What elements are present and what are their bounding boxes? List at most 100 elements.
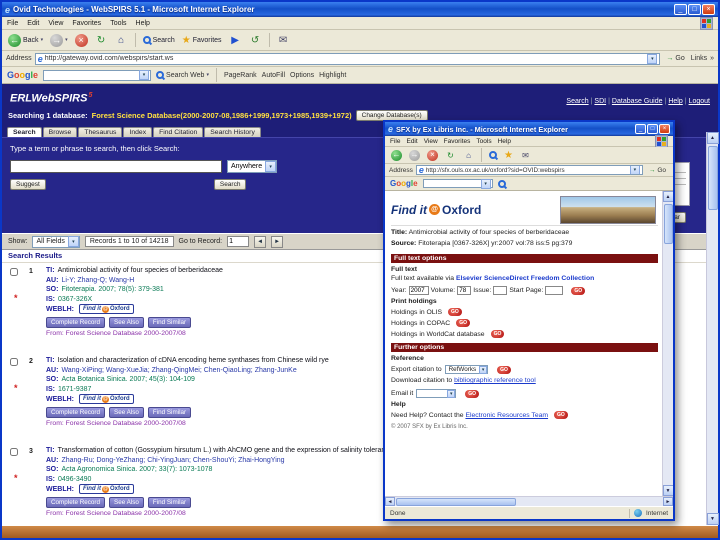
search-toolbar-button[interactable]: Search <box>141 35 177 45</box>
field-select[interactable]: Anywhere ▾ <box>227 160 278 173</box>
refresh-button[interactable]: ↻ <box>443 149 458 162</box>
menu-favorites[interactable]: Favorites <box>72 20 101 27</box>
tab-find-citation[interactable]: Find Citation <box>153 127 204 137</box>
complete-record-button[interactable]: Complete Record <box>46 496 105 508</box>
holdings-copac-go-button[interactable]: GO <box>456 319 470 328</box>
sfx-vertical-scrollbar[interactable]: ▲ ▼ <box>662 191 673 496</box>
google-search-web-button[interactable]: Search Web ▾ <box>156 71 209 79</box>
minimize-button[interactable]: _ <box>674 4 687 15</box>
nav-help-link[interactable]: Help <box>668 98 682 105</box>
find-similar-button[interactable]: Find Similar <box>147 316 192 328</box>
suggest-button[interactable]: Suggest <box>10 179 46 190</box>
main-titlebar[interactable]: e Ovid Technologies - WebSPIRS 5.1 - Mic… <box>2 2 718 17</box>
go-button[interactable]: → Go <box>646 167 669 174</box>
find-it-oxford-button[interactable]: Find it @ Oxford <box>78 394 134 405</box>
menu-tools[interactable]: Tools <box>476 138 491 145</box>
search-term-input[interactable] <box>10 160 222 173</box>
issue-input[interactable] <box>493 286 508 296</box>
chevron-down-icon[interactable]: ▾ <box>67 236 79 247</box>
menu-view[interactable]: View <box>48 20 63 27</box>
help-go-button[interactable]: GO <box>554 411 568 420</box>
resources-team-link[interactable]: Electronic Resources Team <box>465 412 548 419</box>
holdings-worldcat-link[interactable]: Holdings in WorldCat database <box>391 331 485 338</box>
export-go-button[interactable]: GO <box>497 365 511 374</box>
mail-button[interactable]: ✉ <box>275 33 292 48</box>
forward-button[interactable]: → <box>407 149 422 162</box>
menu-file[interactable]: File <box>7 20 18 27</box>
menu-help[interactable]: Help <box>498 138 511 145</box>
scroll-down-button[interactable]: ▼ <box>706 513 719 525</box>
email-select[interactable]: ▾ <box>416 389 457 399</box>
google-search-input[interactable]: ▾ <box>422 178 493 189</box>
nav-logout-link[interactable]: Logout <box>689 98 710 105</box>
favorites-button[interactable]: ★ Favorites <box>180 34 224 47</box>
email-go-button[interactable]: GO <box>465 389 480 398</box>
sciencedirect-link[interactable]: Elsevier ScienceDirect Freedom Collectio… <box>456 275 594 282</box>
fulltext-go-button[interactable]: GO <box>571 286 586 295</box>
tab-search-history[interactable]: Search History <box>204 127 261 137</box>
nav-sdi-link[interactable]: SDI <box>594 98 606 105</box>
go-button[interactable]: → Go <box>663 55 687 62</box>
search-submit-button[interactable]: Search <box>213 179 247 190</box>
google-search-input[interactable]: ▾ <box>43 69 152 81</box>
scroll-left-button[interactable]: ◄ <box>385 497 395 506</box>
chevron-down-icon[interactable]: ▾ <box>447 389 456 398</box>
complete-record-button[interactable]: Complete Record <box>46 316 105 328</box>
holdings-copac-link[interactable]: Holdings in COPAC <box>391 320 450 327</box>
goto-record-input[interactable] <box>227 236 250 247</box>
address-input[interactable]: e http://sfx.ouls.ox.ac.uk/oxford?sid=OV… <box>415 165 643 175</box>
mail-button[interactable]: ✉ <box>518 149 533 162</box>
menu-file[interactable]: File <box>390 138 400 145</box>
favorites-button[interactable]: ★ <box>502 149 515 162</box>
minimize-button[interactable]: _ <box>635 124 646 134</box>
home-button[interactable]: ⌂ <box>461 149 476 162</box>
volume-input[interactable] <box>457 286 472 296</box>
sfx-titlebar[interactable]: e SFX by Ex Libris Inc. - Microsoft Inte… <box>385 122 673 136</box>
close-button[interactable]: × <box>659 124 670 134</box>
links-label[interactable]: Links <box>691 55 707 62</box>
download-citation-link[interactable]: bibliographic reference tool <box>454 377 536 384</box>
forward-dropdown-icon[interactable]: ▾ <box>65 37 68 43</box>
see-also-button[interactable]: See Also <box>109 316 144 328</box>
menu-edit[interactable]: Edit <box>406 138 417 145</box>
next-records-button[interactable]: ► <box>271 235 284 248</box>
history-button[interactable]: ↺ <box>247 33 264 48</box>
see-also-button[interactable]: See Also <box>109 406 144 418</box>
show-fields-select[interactable]: All Fields ▾ <box>32 235 80 248</box>
tab-index[interactable]: Index <box>123 127 153 137</box>
scroll-up-button[interactable]: ▲ <box>662 191 673 202</box>
nav-database-guide-link[interactable]: Database Guide <box>612 98 663 105</box>
menu-help[interactable]: Help <box>136 20 150 27</box>
address-dropdown-icon[interactable]: ▾ <box>647 53 658 64</box>
forward-button[interactable]: → ▾ <box>48 33 70 48</box>
complete-record-button[interactable]: Complete Record <box>46 406 105 418</box>
menu-tools[interactable]: Tools <box>110 20 126 27</box>
google-input-dropdown-icon[interactable]: ▾ <box>139 70 150 80</box>
address-dropdown-icon[interactable]: ▾ <box>629 166 640 174</box>
holdings-olis-go-button[interactable]: GO <box>448 308 462 317</box>
scroll-up-button[interactable]: ▲ <box>706 132 719 144</box>
main-vertical-scrollbar[interactable]: ▲ ▼ <box>706 132 719 525</box>
menu-favorites[interactable]: Favorites <box>444 138 471 145</box>
see-also-button[interactable]: See Also <box>109 496 144 508</box>
scroll-thumb[interactable] <box>663 204 673 244</box>
find-it-oxford-button[interactable]: Find it @ Oxford <box>78 304 134 315</box>
tab-thesaurus[interactable]: Thesaurus <box>78 127 123 137</box>
holdings-olis-link[interactable]: Holdings in OLIS <box>391 309 442 316</box>
record-checkbox[interactable] <box>10 448 18 456</box>
refresh-button[interactable]: ↻ <box>93 33 110 48</box>
menu-view[interactable]: View <box>424 138 438 145</box>
back-button[interactable]: ← <box>389 149 404 162</box>
start-page-input[interactable] <box>545 286 564 296</box>
back-button[interactable]: ← Back ▾ <box>6 33 45 48</box>
record-checkbox[interactable] <box>10 358 18 366</box>
holdings-worldcat-go-button[interactable]: GO <box>490 330 505 339</box>
menu-edit[interactable]: Edit <box>27 20 39 27</box>
google-pagerank-button[interactable]: PageRank <box>224 72 257 79</box>
close-button[interactable]: × <box>702 4 715 15</box>
google-search-web-button[interactable] <box>497 179 506 188</box>
chevron-down-icon[interactable]: ▾ <box>479 365 488 374</box>
scroll-right-button[interactable]: ► <box>663 497 673 506</box>
scroll-thumb[interactable] <box>707 146 718 210</box>
export-format-select[interactable]: RefWorks ▾ <box>444 365 489 375</box>
